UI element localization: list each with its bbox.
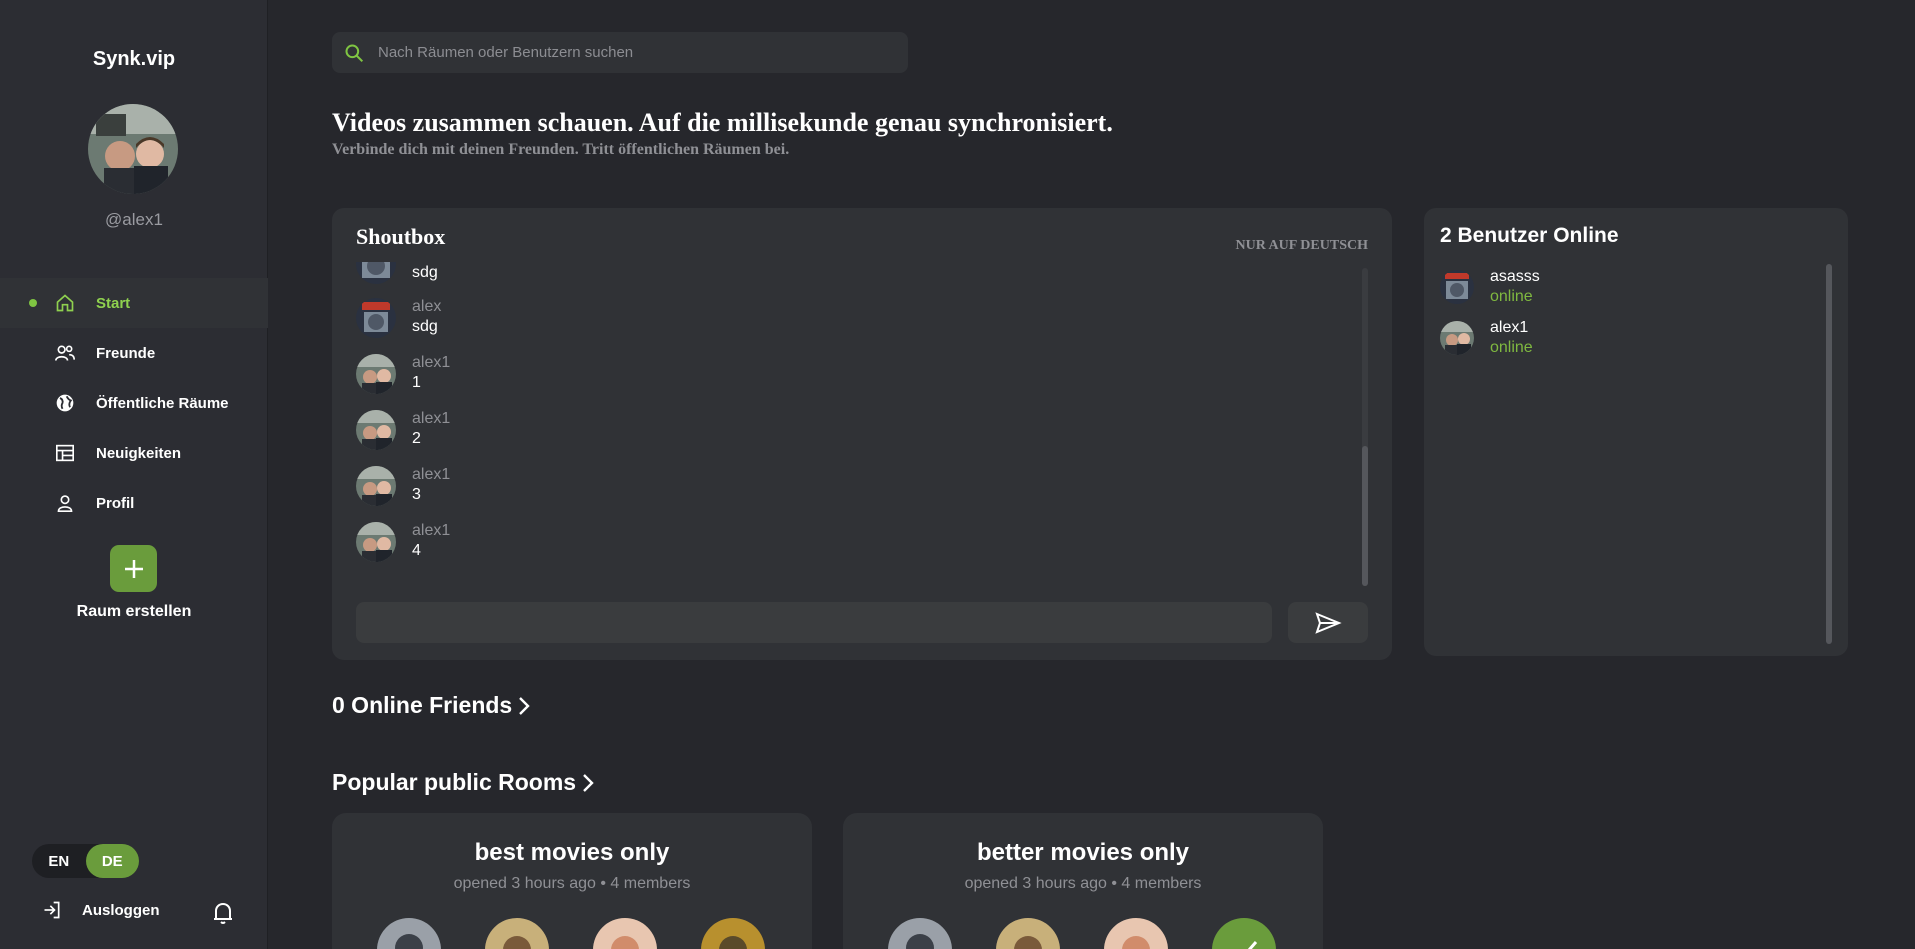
sidebar: Synk.vip @alex1 Start Freunde Öffentlich… — [0, 0, 268, 949]
chevron-right-icon — [519, 696, 530, 715]
member-avatar — [701, 918, 765, 949]
profile-icon — [54, 492, 76, 514]
popular-rooms-title: Popular public Rooms — [332, 769, 577, 795]
nav-item-profil[interactable]: Profil — [0, 478, 268, 528]
news-icon — [54, 442, 76, 464]
nav-label: Freunde — [96, 344, 156, 362]
room-card[interactable]: better movies only opened 3 hours ago • … — [843, 813, 1323, 949]
page-title: Videos zusammen schauen. Auf die millise… — [332, 108, 1113, 137]
member-avatar — [888, 918, 952, 949]
room-meta: opened 3 hours ago • 4 members — [453, 875, 691, 892]
room-card[interactable]: best movies only opened 3 hours ago • 4 … — [332, 813, 812, 949]
online-user-name: alex1 — [1490, 319, 1529, 336]
message-text: 1 — [412, 374, 421, 391]
friends-icon — [54, 342, 76, 364]
nav-item-public-rooms[interactable]: Öffentliche Räume — [0, 378, 268, 428]
search-icon — [345, 44, 364, 62]
member-avatar — [996, 918, 1060, 949]
online-users-scrollbar[interactable] — [1826, 264, 1832, 644]
user-avatar[interactable] — [356, 410, 396, 450]
send-button[interactable] — [1288, 602, 1368, 643]
nav-item-freunde[interactable]: Freunde — [0, 328, 268, 378]
nav-label: Start — [96, 294, 131, 312]
user-avatar — [1440, 321, 1474, 355]
member-avatar — [1104, 918, 1168, 949]
room-title: best movies only — [474, 839, 670, 866]
username: @alex1 — [105, 210, 163, 229]
scrollbar-thumb[interactable] — [1362, 446, 1368, 586]
notifications-button[interactable] — [212, 901, 234, 930]
avatar[interactable] — [88, 104, 178, 194]
nav-item-start[interactable]: Start — [0, 278, 268, 328]
user-avatar[interactable] — [356, 522, 396, 562]
lang-de-button[interactable]: DE — [85, 844, 139, 878]
room-title: better movies only — [976, 839, 1190, 866]
bell-icon — [214, 902, 232, 924]
user-avatar[interactable] — [356, 298, 396, 338]
globe-icon — [54, 392, 76, 414]
user-avatar[interactable] — [356, 262, 396, 284]
brand-logo[interactable]: Synk.vip — [0, 48, 268, 71]
shoutbox-panel: Shoutbox NUR AUF DEUTSCH sdg alex sdg al… — [332, 208, 1392, 660]
logout-icon — [44, 901, 60, 919]
logout-label: Ausloggen — [82, 901, 160, 919]
shoutbox-language-note: NUR AUF DEUTSCH — [1235, 238, 1369, 253]
plus-icon — [124, 559, 143, 578]
message-text: 2 — [412, 430, 421, 447]
message-author: alex1 — [412, 522, 451, 539]
logout-button[interactable]: Ausloggen — [42, 900, 160, 920]
message-author: alex1 — [412, 354, 451, 371]
online-friends-title: 0 Online Friends — [332, 692, 513, 718]
message-text: sdg — [412, 318, 438, 335]
shoutbox-input[interactable] — [356, 602, 1272, 643]
shoutbox-title: Shoutbox — [356, 224, 446, 249]
online-users-panel: 2 Benutzer Online asasss online alex1 on… — [1424, 208, 1848, 656]
home-icon — [54, 292, 76, 314]
online-user-status: online — [1490, 339, 1533, 356]
popular-rooms-heading[interactable]: Popular public Rooms — [332, 769, 594, 796]
create-room-button[interactable] — [110, 545, 157, 592]
message-text: 3 — [412, 486, 421, 503]
nav-label: Öffentliche Räume — [96, 394, 229, 412]
search-bar — [332, 32, 908, 73]
message-author: alex1 — [412, 410, 451, 427]
nav-label: Neuigkeiten — [96, 444, 182, 462]
online-friends-heading[interactable]: 0 Online Friends — [332, 692, 530, 719]
join-room-badge[interactable] — [1212, 918, 1276, 949]
member-avatar — [377, 918, 441, 949]
online-user-status: online — [1490, 288, 1533, 305]
online-user-name: asasss — [1490, 268, 1540, 285]
user-avatar[interactable] — [356, 354, 396, 394]
send-icon — [1315, 611, 1342, 634]
member-avatar — [593, 918, 657, 949]
language-toggle: EN DE — [32, 844, 139, 878]
chevron-right-icon — [583, 773, 594, 792]
page-subtitle: Verbinde dich mit deinen Freunden. Tritt… — [332, 141, 790, 158]
nav-label: Profil — [96, 494, 135, 512]
member-avatar — [485, 918, 549, 949]
user-avatar[interactable] — [356, 466, 396, 506]
search-input[interactable] — [378, 44, 878, 61]
room-meta: opened 3 hours ago • 4 members — [964, 875, 1202, 892]
message-text: 4 — [412, 542, 421, 559]
active-indicator — [29, 299, 37, 307]
nav-item-news[interactable]: Neuigkeiten — [0, 428, 268, 478]
message-list[interactable]: sdg alex sdg alex1 1 alex1 2 alex1 3 ale… — [356, 262, 1356, 580]
create-room-label[interactable]: Raum erstellen — [0, 603, 268, 621]
main-nav: Start Freunde Öffentliche Räume Neuigkei… — [0, 278, 268, 528]
message-text: sdg — [412, 264, 438, 281]
message-scrollbar[interactable] — [1362, 268, 1368, 586]
user-avatar — [1440, 270, 1474, 304]
message-author: alex1 — [412, 466, 451, 483]
online-users-title: 2 Benutzer Online — [1440, 224, 1619, 247]
lang-en-button[interactable]: EN — [32, 844, 86, 878]
message-author: alex — [412, 298, 442, 315]
